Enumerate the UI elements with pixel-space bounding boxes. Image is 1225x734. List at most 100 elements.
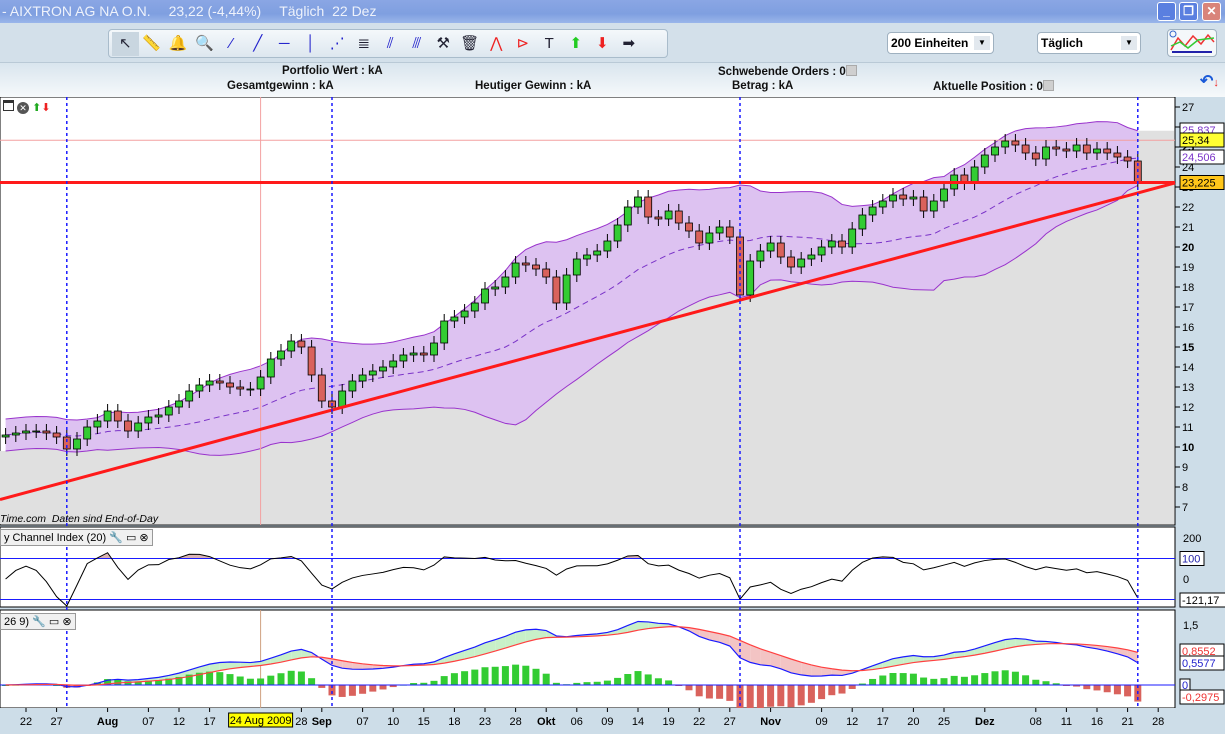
zigzag-icon[interactable]: ⋀ [483, 32, 510, 56]
candle [919, 196, 928, 212]
candle [654, 216, 663, 220]
y-tick-label: 9 [1182, 462, 1188, 474]
candle [868, 206, 877, 216]
x-tick-label: 28 [509, 716, 521, 728]
macd-histogram-bar [522, 665, 530, 685]
x-tick-label: 07 [356, 716, 368, 728]
candle [532, 264, 540, 270]
candle [450, 316, 459, 322]
text-icon[interactable]: T [536, 32, 563, 56]
x-tick-label: 11 [1061, 716, 1072, 728]
candle [175, 400, 183, 408]
middle-band-value: 24,506 [1182, 152, 1216, 164]
candle [287, 340, 296, 352]
candle [1, 434, 10, 438]
alarm-bell-icon[interactable]: 🔔 [165, 32, 192, 56]
units-select[interactable]: 200 Einheiten ▼ [887, 32, 994, 54]
trash-icon[interactable]: 🗑 [457, 32, 484, 56]
macd-tick: 1,5 [1183, 620, 1198, 632]
period-select[interactable]: Täglich ▼ [1037, 32, 1141, 54]
chart-type-button[interactable] [1167, 29, 1217, 57]
wrench-icon[interactable]: 🔧 [32, 616, 46, 628]
macd-histogram-bar [756, 685, 764, 711]
triangle-pattern-icon[interactable]: ⊳ [510, 32, 537, 56]
cci-panel-header: y Channel Index (20) 🔧 ▭ ⊗ [0, 529, 153, 546]
candle [552, 276, 561, 304]
macd-histogram-bar [879, 675, 887, 685]
right-arrow-icon[interactable]: ➡ [616, 32, 643, 56]
candle [746, 260, 755, 296]
y-tick-label: 7 [1182, 502, 1188, 514]
candle [756, 250, 765, 262]
current-position: Aktuelle Position : 0 [933, 80, 1054, 93]
candle [1082, 144, 1091, 154]
candle [399, 354, 408, 362]
candle [358, 374, 367, 382]
macd-histogram-bar [1001, 670, 1009, 685]
close-panel-icon[interactable]: ⊗ [139, 532, 148, 544]
candle [470, 302, 479, 312]
channel-icon[interactable]: ⫻ [404, 32, 431, 56]
macd-histogram-bar [818, 685, 826, 700]
position-detail-icon[interactable] [1042, 80, 1054, 91]
x-tick-label: 15 [418, 716, 430, 728]
data-note: Time.com Daten sind End-of-Day [0, 513, 158, 525]
buy-arrow-icon[interactable]: ⬆ [563, 32, 590, 56]
pointer-icon[interactable]: ↖ [112, 31, 139, 56]
macd-histogram-bar [450, 673, 458, 685]
macd-histogram-bar [471, 669, 479, 685]
candle [603, 240, 612, 252]
candle [940, 188, 948, 202]
macd-histogram-bar [1032, 679, 1040, 685]
macd-histogram-bar [909, 673, 917, 685]
sell-arrow-icon[interactable]: ⬇ [589, 32, 616, 56]
line-segment-icon[interactable]: ⁄ [218, 32, 245, 56]
candle [1123, 156, 1132, 162]
minimize-button[interactable]: _ [1157, 2, 1176, 21]
move-up-icon[interactable]: ⬆ [32, 102, 41, 114]
candle [725, 226, 734, 238]
fibonacci-icon[interactable]: ≣ [351, 32, 378, 56]
today-gain: Heutiger Gewinn : kA [475, 80, 592, 92]
cursor-date-label: 24 Aug 2009 [230, 715, 292, 727]
maximize-panel-icon[interactable]: ▭ [49, 616, 59, 628]
macd-histogram-bar [226, 674, 234, 685]
restore-button[interactable]: ❐ [1179, 2, 1198, 21]
candle [521, 262, 530, 266]
orders-detail-icon[interactable] [845, 65, 857, 76]
undo-trade-icon[interactable]: ↶↓ [1200, 71, 1219, 91]
x-tick-label: 07 [142, 716, 154, 728]
vertical-line-icon[interactable]: │ [298, 32, 325, 56]
zoom-icon[interactable]: 🔍 [192, 32, 219, 56]
macd-histogram-bar [338, 685, 346, 697]
chart-area[interactable]: 7891011121314151617181920212223242526272… [0, 0, 1225, 734]
pitchfork-icon[interactable]: ⋰ [324, 32, 351, 56]
candle [634, 196, 642, 208]
maximize-panel-icon[interactable] [3, 100, 14, 111]
tools-icon[interactable]: ⚒ [430, 32, 457, 56]
horizontal-line-icon[interactable]: ─ [271, 32, 298, 56]
candle [838, 240, 846, 248]
candle [185, 390, 194, 402]
close-panel-icon[interactable]: ✕ [17, 102, 30, 114]
wrench-icon[interactable]: 🔧 [109, 532, 123, 544]
parallel-channel-icon[interactable]: ⫽ [377, 32, 404, 56]
trendline-icon[interactable]: ╱ [245, 32, 272, 56]
candle [297, 340, 306, 348]
macd-histogram-bar [787, 685, 795, 708]
histogram-value: -0,2975 [1182, 692, 1219, 704]
close-panel-icon[interactable]: ⊗ [62, 616, 71, 628]
cci-panel [0, 526, 1176, 608]
x-tick-label: 25 [938, 716, 950, 728]
move-down-icon[interactable]: ⬇ [41, 102, 50, 114]
macd-histogram-bar [267, 675, 275, 685]
ruler-icon[interactable]: 📏 [139, 32, 166, 56]
maximize-panel-icon[interactable]: ▭ [126, 532, 136, 544]
candle [226, 382, 234, 388]
candle [715, 226, 724, 234]
close-button[interactable]: ✕ [1202, 2, 1221, 21]
macd-histogram-bar [1083, 685, 1091, 690]
macd-histogram-bar [614, 677, 622, 685]
candle [644, 196, 653, 218]
candle [1052, 146, 1061, 150]
